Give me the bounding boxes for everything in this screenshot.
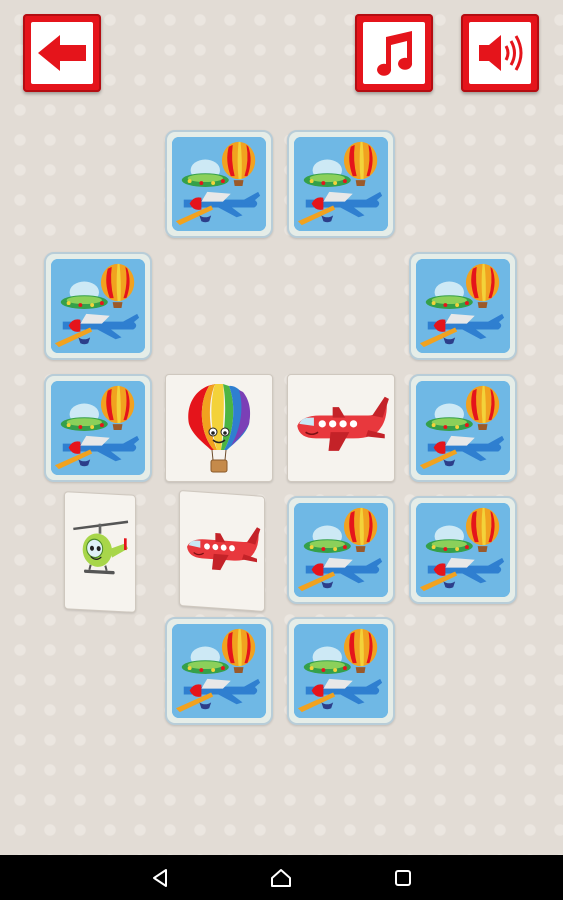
nav-recents-icon[interactable] bbox=[390, 865, 416, 891]
airplane-icon bbox=[291, 378, 391, 478]
nav-home-icon[interactable] bbox=[268, 865, 294, 891]
memory-card-face-down[interactable] bbox=[165, 617, 273, 725]
memory-card-face-down[interactable] bbox=[165, 130, 273, 238]
ufo-balloon-airplane-icon bbox=[294, 624, 388, 718]
memory-card-flipping[interactable] bbox=[64, 491, 136, 613]
ufo-balloon-airplane-icon bbox=[416, 381, 510, 475]
memory-card-face-down[interactable] bbox=[44, 252, 152, 360]
memory-card-face-up[interactable] bbox=[165, 374, 273, 482]
ufo-balloon-airplane-icon bbox=[294, 137, 388, 231]
hot-air-balloon-icon bbox=[171, 380, 267, 476]
ufo-balloon-airplane-icon bbox=[51, 381, 145, 475]
music-toggle-button[interactable] bbox=[355, 14, 433, 92]
memory-card-face-down[interactable] bbox=[409, 374, 517, 482]
ufo-balloon-airplane-icon bbox=[51, 259, 145, 353]
ufo-balloon-airplane-icon bbox=[416, 259, 510, 353]
speaker-icon bbox=[469, 22, 531, 84]
sound-toggle-button[interactable] bbox=[461, 14, 539, 92]
back-button[interactable] bbox=[23, 14, 101, 92]
memory-card-face-down[interactable] bbox=[44, 374, 152, 482]
ufo-balloon-airplane-icon bbox=[172, 137, 266, 231]
memory-card-face-down[interactable] bbox=[287, 617, 395, 725]
memory-card-face-down[interactable] bbox=[287, 130, 395, 238]
music-note-icon bbox=[363, 22, 425, 84]
memory-card-face-up[interactable] bbox=[287, 374, 395, 482]
memory-card-face-down[interactable] bbox=[409, 252, 517, 360]
navigation-bar bbox=[0, 855, 563, 900]
memory-card-face-down[interactable] bbox=[287, 496, 395, 604]
nav-back-icon[interactable] bbox=[148, 865, 174, 891]
arrow-left-icon bbox=[31, 22, 93, 84]
ufo-balloon-airplane-icon bbox=[172, 624, 266, 718]
airplane-icon bbox=[182, 506, 262, 596]
memory-card-flipping[interactable] bbox=[179, 489, 265, 613]
helicopter-icon bbox=[68, 510, 132, 593]
ufo-balloon-airplane-icon bbox=[416, 503, 510, 597]
ufo-balloon-airplane-icon bbox=[294, 503, 388, 597]
memory-card-face-down[interactable] bbox=[409, 496, 517, 604]
